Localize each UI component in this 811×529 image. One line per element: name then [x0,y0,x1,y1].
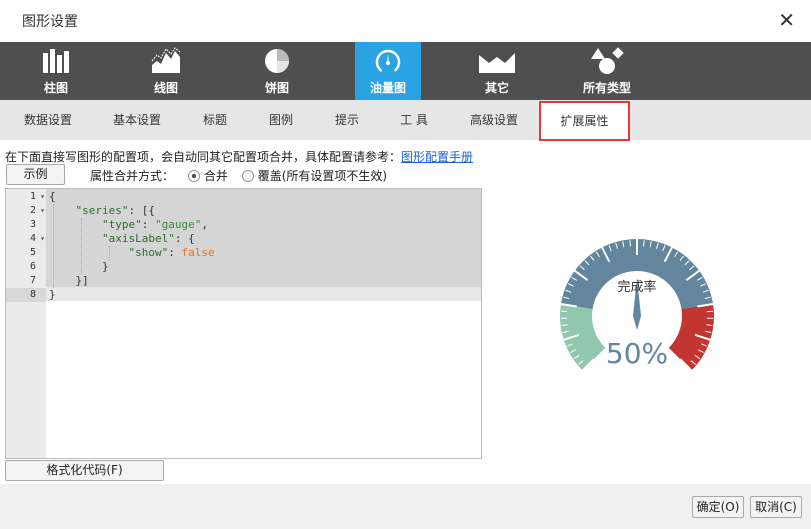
tab-tooltip[interactable]: 提示 [322,100,372,140]
chart-type-line-chart[interactable]: 线图 [133,42,199,100]
merge-option-label: 合并 [203,169,228,183]
chart-type-all[interactable]: 所有类型 [574,42,640,100]
settings-tabs: 数据设置 基本设置 标题 图例 提示 工 具 高级设置 扩展属性 [0,100,811,141]
override-radio[interactable] [241,170,254,182]
fold-arrow-icon[interactable]: ▾ [40,190,45,204]
tab-extended-properties[interactable]: 扩展属性 [539,101,630,141]
line-number: 7 [29,275,36,286]
tab-legend[interactable]: 图例 [256,100,306,140]
example-button[interactable]: 示例 [6,164,65,185]
merge-radio[interactable] [187,170,200,182]
line-number: 8 [6,288,46,302]
code-line: } [101,260,109,273]
chart-type-label: 柱图 [43,81,68,95]
line-number: 4 ▾ [29,232,45,246]
fold-arrow-icon[interactable]: ▾ [40,232,45,246]
line-number: 5 [29,247,36,258]
code-line: "type": "gauge", [101,218,208,231]
line-number: 6 [29,261,36,272]
description-text: 在下面直接写图形的配置项，会自动同其它配置项合并，具体配置请参考： [5,150,402,164]
config-description: 在下面直接写图形的配置项，会自动同其它配置项合并，具体配置请参考：图形配置手册 [5,148,473,165]
line-number: 1 ▾ [29,190,45,204]
chart-type-label: 线图 [153,81,178,95]
chart-type-pie-chart[interactable]: 饼图 [244,42,310,100]
override-option-label: 覆盖(所有设置项不生效) [257,169,388,183]
dialog-title: 图形设置 [22,14,78,30]
gauge-title: 完成率 [617,279,656,295]
tab-data-settings[interactable]: 数据设置 [12,100,84,140]
dialog-footer [0,484,811,529]
code-line: "show": false [128,246,215,259]
code-line: } [49,288,56,301]
chart-type-label: 饼图 [264,81,289,95]
tab-basic-settings[interactable]: 基本设置 [101,100,173,140]
close-icon[interactable]: ✕ [778,9,795,31]
current-line-highlight [46,287,481,301]
chart-type-gauge-chart[interactable]: 油量图 [355,42,421,100]
gauge-value-text: 50% [606,337,668,370]
pie-chart-icon [265,49,289,73]
line-chart-icon [151,47,181,73]
merge-mode-label: 属性合并方式： [90,169,175,183]
chart-type-other[interactable]: 其它 [464,42,530,100]
ok-button[interactable]: 确定(O) [692,496,744,518]
gauge-tick [629,240,631,247]
line-number: 2 ▾ [29,204,45,218]
cancel-button[interactable]: 取消(C) [750,496,802,518]
bar-chart-icon [43,49,69,73]
chart-type-label: 所有类型 [582,81,631,95]
code-line: "series": [{ [75,204,155,217]
code-line: }] [75,274,89,287]
gauge-preview: 完成率 50% [560,239,714,372]
tab-advanced-settings[interactable]: 高级设置 [458,100,530,140]
config-manual-link[interactable]: 图形配置手册 [401,150,473,164]
format-code-button[interactable]: 格式化代码(F) [5,460,164,481]
fold-arrow-icon[interactable]: ▾ [40,204,45,218]
editor-gutter: 1 ▾ 2 ▾ 3 4 ▾ 5 6 7 8 [6,189,46,458]
merge-mode-row: 属性合并方式： 合并 覆盖(所有设置项不生效) [90,167,387,184]
tab-title[interactable]: 标题 [190,100,240,140]
chart-type-bar-chart[interactable]: 柱图 [23,42,89,100]
shapes-icon [591,47,624,74]
other-chart-icon [479,53,515,73]
code-line: { [49,190,56,203]
gauge-chart-icon [375,49,401,75]
dialog-titlebar: 图形设置 ✕ [0,0,811,42]
code-editor[interactable]: 1 ▾ 2 ▾ 3 4 ▾ 5 6 7 8 { "series": [{ "type"… [5,188,482,459]
line-number: 3 [29,219,36,230]
chart-type-label: 其它 [484,81,509,95]
chart-type-label: 油量图 [369,81,406,95]
chart-type-bar: 柱图 线图 饼图 油量图 其它 所有类型 [0,42,811,100]
tab-tools[interactable]: 工 具 [388,100,440,140]
gauge-tick [643,240,645,247]
code-line: "axisLabel": { [101,232,195,245]
